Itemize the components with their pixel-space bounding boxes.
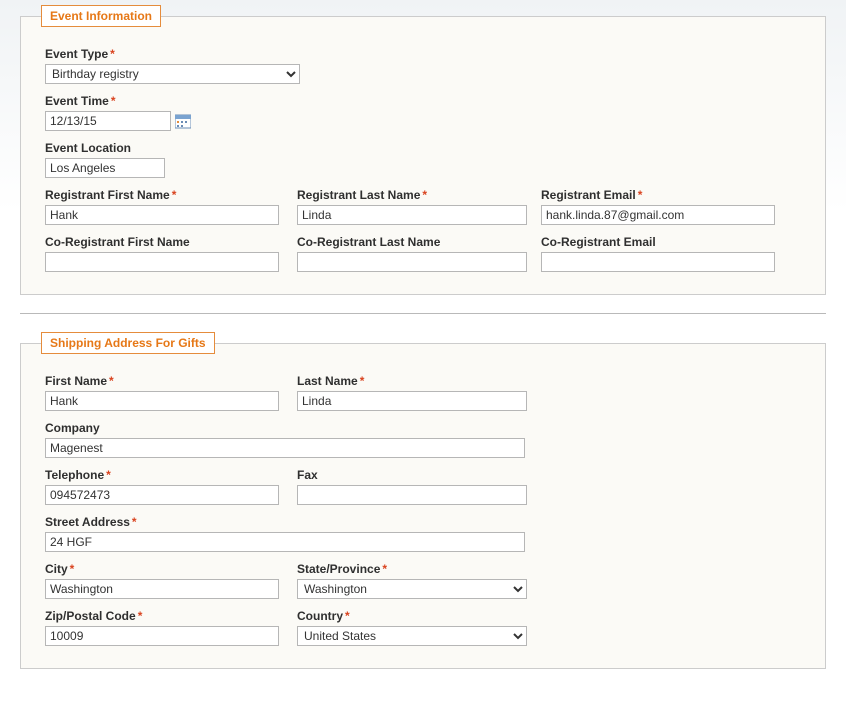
event-information-fieldset: Event Information Event Type* Birthday r… — [20, 5, 826, 295]
registrant-last-name-label: Registrant Last Name* — [297, 188, 523, 202]
event-time-label: Event Time* — [45, 94, 191, 108]
zip-label: Zip/Postal Code* — [45, 609, 279, 623]
street-address-label: Street Address* — [45, 515, 525, 529]
company-input[interactable] — [45, 438, 525, 458]
state-select[interactable]: Washington — [297, 579, 527, 599]
city-label: City* — [45, 562, 279, 576]
last-name-input[interactable] — [297, 391, 527, 411]
company-label: Company — [45, 421, 525, 435]
zip-input[interactable] — [45, 626, 279, 646]
co-registrant-email-label: Co-Registrant Email — [541, 235, 775, 249]
registrant-email-input[interactable] — [541, 205, 775, 225]
telephone-label: Telephone* — [45, 468, 279, 482]
event-time-input[interactable] — [45, 111, 171, 131]
co-registrant-first-name-input[interactable] — [45, 252, 279, 272]
shipping-address-fieldset: Shipping Address For Gifts First Name* L… — [20, 332, 826, 669]
event-type-select[interactable]: Birthday registry — [45, 64, 300, 84]
co-registrant-first-name-label: Co-Registrant First Name — [45, 235, 279, 249]
city-input[interactable] — [45, 579, 279, 599]
co-registrant-last-name-input[interactable] — [297, 252, 527, 272]
registrant-email-label: Registrant Email* — [541, 188, 775, 202]
first-name-label: First Name* — [45, 374, 279, 388]
country-label: Country* — [297, 609, 523, 623]
event-type-label: Event Type* — [45, 47, 300, 61]
event-location-label: Event Location — [45, 141, 165, 155]
state-label: State/Province* — [297, 562, 523, 576]
section-divider — [20, 313, 826, 314]
calendar-icon[interactable] — [175, 113, 191, 129]
fax-input[interactable] — [297, 485, 527, 505]
country-select[interactable]: United States — [297, 626, 527, 646]
event-information-legend: Event Information — [41, 5, 161, 27]
last-name-label: Last Name* — [297, 374, 523, 388]
telephone-input[interactable] — [45, 485, 279, 505]
co-registrant-email-input[interactable] — [541, 252, 775, 272]
street-address-input[interactable] — [45, 532, 525, 552]
shipping-address-legend: Shipping Address For Gifts — [41, 332, 215, 354]
registrant-last-name-input[interactable] — [297, 205, 527, 225]
registrant-first-name-label: Registrant First Name* — [45, 188, 279, 202]
event-location-input[interactable] — [45, 158, 165, 178]
registrant-first-name-input[interactable] — [45, 205, 279, 225]
co-registrant-last-name-label: Co-Registrant Last Name — [297, 235, 523, 249]
fax-label: Fax — [297, 468, 523, 482]
first-name-input[interactable] — [45, 391, 279, 411]
